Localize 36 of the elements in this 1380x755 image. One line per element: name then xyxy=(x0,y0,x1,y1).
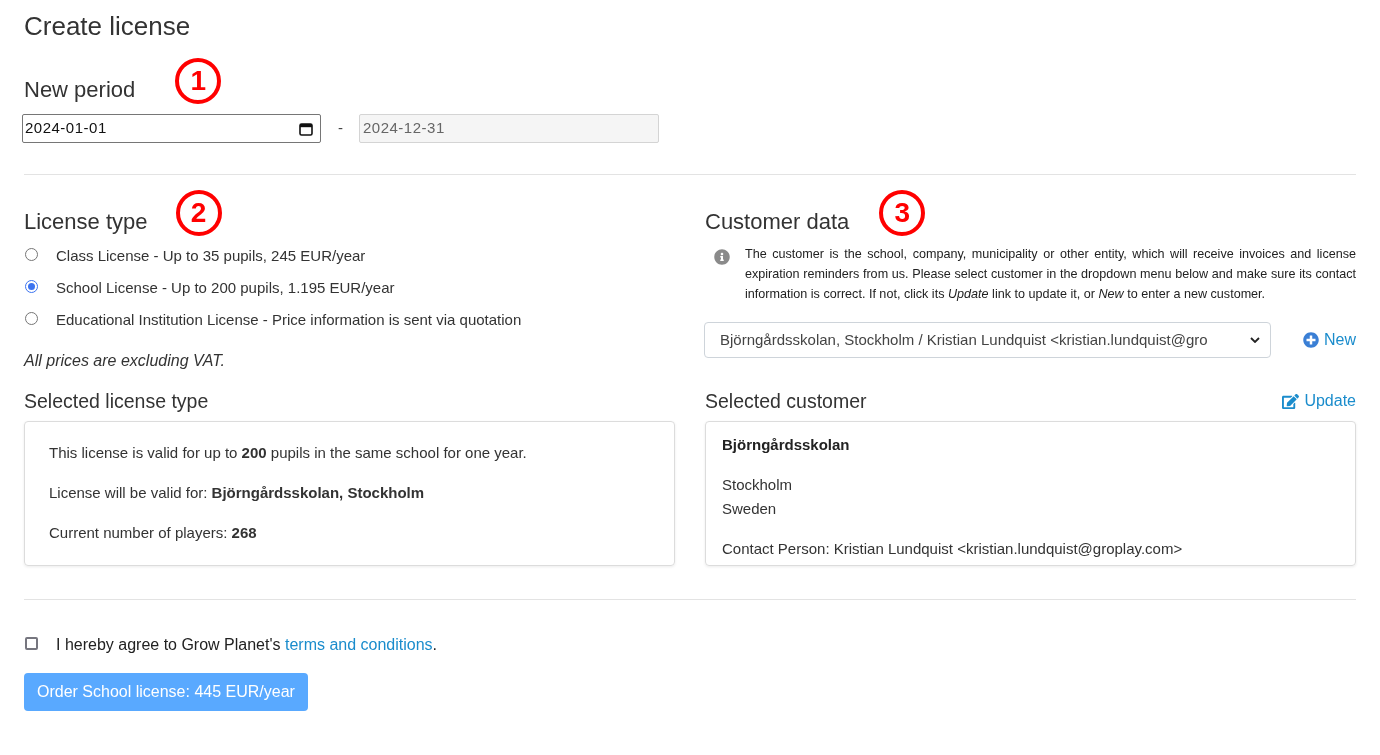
section-heading: Customer data xyxy=(705,208,850,236)
terms-link[interactable]: terms and conditions xyxy=(284,636,433,653)
section-heading: New period xyxy=(24,76,136,104)
card-heading: Selected license type xyxy=(24,389,209,414)
radio-button[interactable] xyxy=(25,279,38,293)
license-info-text: This license is valid for up to 200 pupils in the same school for one year. xyxy=(49,443,527,463)
license-info-text: License will be valid for: Björngårdsskolan, Stockholm xyxy=(49,483,425,503)
agreement-text: I hereby agree to Grow Planet's terms and conditions. xyxy=(56,635,438,655)
new-customer-button[interactable]: New xyxy=(1303,328,1356,352)
address-line: Stockholm xyxy=(722,475,793,495)
option-label[interactable]: Class License - Up to 35 pupils, 245 EUR/year xyxy=(56,244,366,268)
card-heading: Selected customer xyxy=(705,389,867,414)
customer-name: Björngårdsskolan xyxy=(722,435,850,455)
info-text: The customer is the school, company, municipality or other entity, which will receive invoices and license expiration reminders from us. Please select customer in the dropdown menu below and make sure its contact information is correct. If not, click its Update link to update it, or New to enter a new customer. xyxy=(745,246,1356,303)
contact-person-text: Contact Person: Kristian Lundquist <kristian.lundquist@groplay.com> xyxy=(722,539,1183,559)
customer-select[interactable]: Björngårdsskolan, Stockholm / Kristian Lundquist <kristian.lundquist@gro xyxy=(704,322,1271,358)
number-marker: 1 xyxy=(175,58,222,104)
number-marker: 2 xyxy=(175,190,222,236)
calendar-icon[interactable] xyxy=(299,121,313,136)
address-line: Sweden xyxy=(722,499,777,519)
date-input[interactable]: 2024-01-01 xyxy=(22,114,321,143)
date-separator: - xyxy=(338,118,343,139)
chevron-down-icon[interactable] xyxy=(1250,337,1260,343)
vat-note: All prices are excluding VAT. xyxy=(24,351,225,371)
section-heading: License type xyxy=(24,208,148,236)
update-link[interactable]: Update xyxy=(1282,389,1356,413)
license-info-text: Current number of players: 268 xyxy=(49,523,257,543)
info-icon xyxy=(714,249,730,265)
page-title: Create license xyxy=(24,10,191,42)
radio-button[interactable] xyxy=(25,311,38,325)
option-label[interactable]: School License - Up to 200 pupils, 1.195 EUR/year xyxy=(56,276,395,300)
agree-checkbox[interactable] xyxy=(25,636,38,650)
option-label[interactable]: Educational Institution License - Price information is sent via quotation xyxy=(56,308,522,332)
edit-icon xyxy=(1282,392,1300,410)
radio-button[interactable] xyxy=(25,247,38,261)
number-marker: 3 xyxy=(879,190,926,236)
